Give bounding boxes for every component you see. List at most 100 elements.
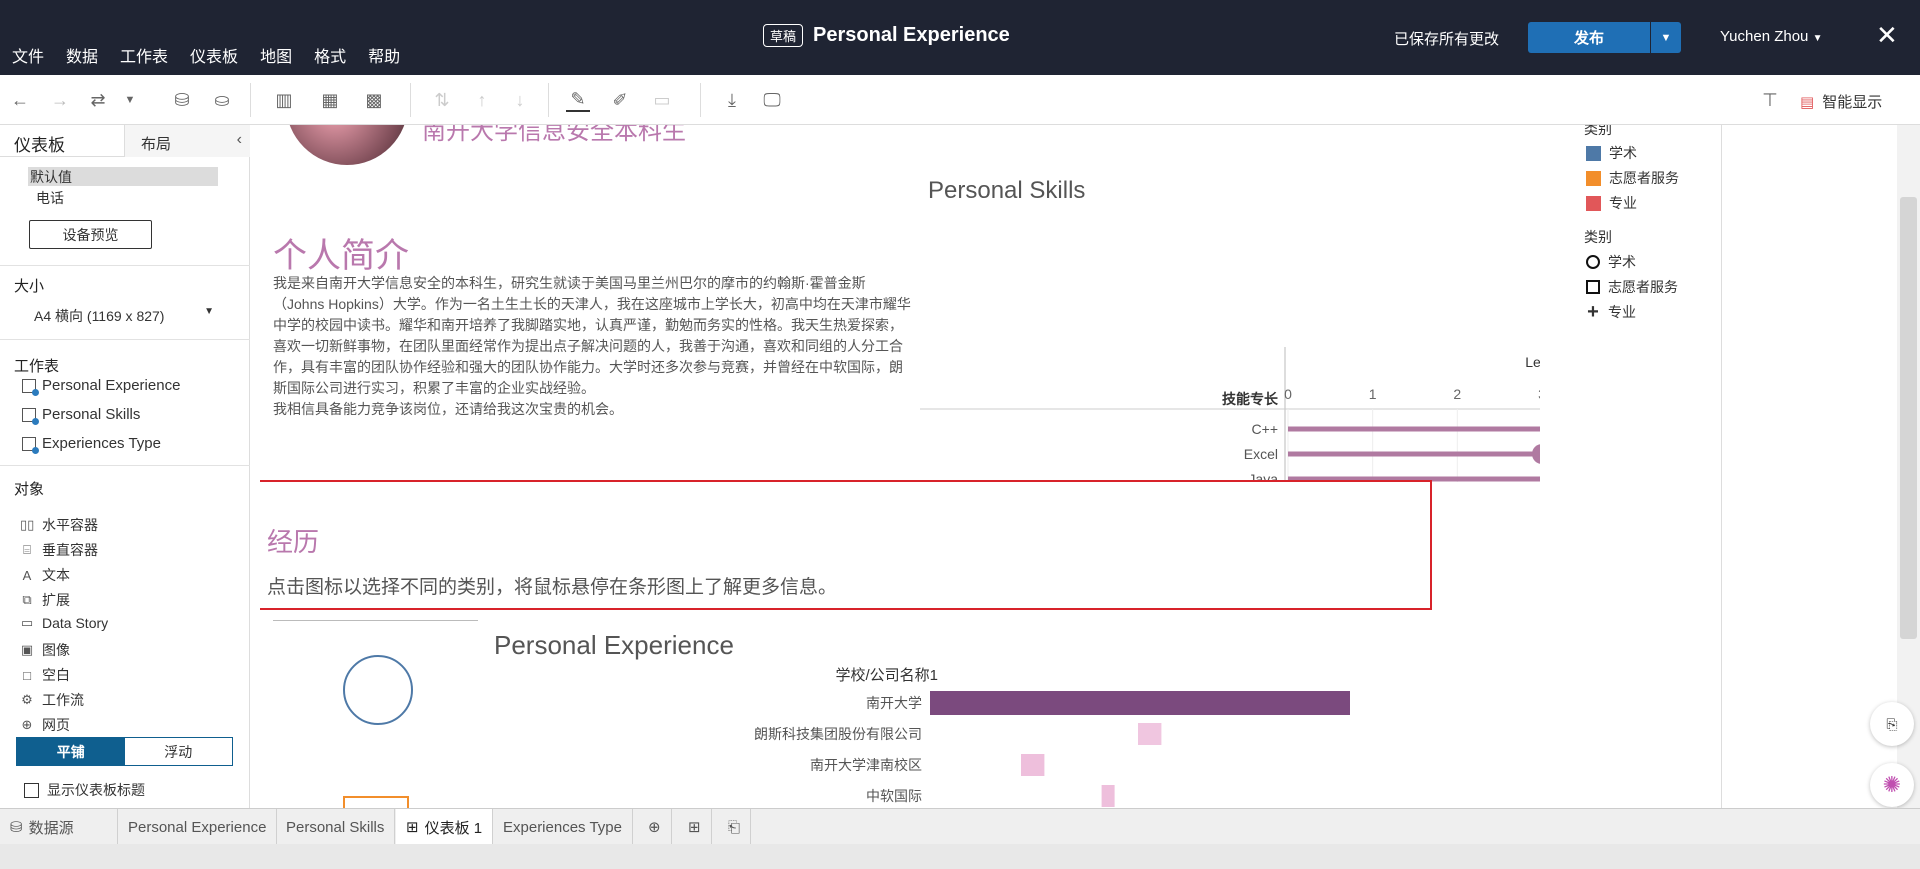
- sheet-label[interactable]: Personal Skills: [42, 406, 140, 423]
- show-title-checkbox[interactable]: [24, 782, 39, 798]
- menu-help[interactable]: 帮助: [368, 43, 400, 67]
- legend-item[interactable]: 专业: [1586, 193, 1637, 213]
- object-item[interactable]: A 文本: [20, 565, 70, 585]
- menu-map[interactable]: 地图: [260, 43, 292, 67]
- datasource-icon[interactable]: ⛀: [210, 88, 234, 112]
- tab-dashboard[interactable]: 仪表板: [14, 131, 65, 156]
- legend-item[interactable]: 学术: [1586, 143, 1637, 163]
- legend-item[interactable]: 学术: [1586, 252, 1636, 272]
- category-label: Excel: [1244, 446, 1278, 462]
- workflow-icon: ⚙: [21, 692, 33, 707]
- floating-button[interactable]: 浮动: [125, 738, 233, 765]
- experience-section[interactable]: 经历 点击图标以选择不同的类别，将鼠标悬停在条形图上了解更多信息。: [260, 480, 1432, 610]
- pin-icon[interactable]: ⊤: [1758, 88, 1782, 112]
- tab-sheet[interactable]: Personal Experience: [118, 809, 278, 845]
- legend-item[interactable]: 志愿者服务: [1586, 277, 1678, 297]
- plus-icon: +: [1587, 301, 1599, 323]
- swap-icon[interactable]: ⇅: [430, 88, 454, 112]
- highlight-icon[interactable]: ✎: [566, 88, 590, 112]
- fit-icon[interactable]: ▭: [650, 88, 674, 112]
- new-datasource-icon[interactable]: ⛁: [170, 88, 194, 112]
- sheet-label[interactable]: Experiences Type: [42, 435, 161, 452]
- sheet-item[interactable]: Personal Experience: [22, 377, 180, 396]
- dashboard: 南开大学信息安全本科生 个人简介 我是来自南开大学信息安全的本科生，研究生就读于…: [260, 125, 1722, 808]
- tiled-button[interactable]: 平铺: [17, 738, 125, 765]
- device-default[interactable]: 默认值: [28, 167, 218, 186]
- object-item[interactable]: ⧉ 扩展: [20, 590, 70, 610]
- volunteer-filter-square-icon[interactable]: [343, 796, 409, 808]
- assistant-icon[interactable]: ✺: [1870, 763, 1914, 807]
- menu-file[interactable]: 文件: [12, 43, 44, 67]
- close-icon[interactable]: ✕: [1876, 20, 1898, 51]
- category-label: 朗斯科技集团股份有限公司: [754, 726, 922, 742]
- sheet-item[interactable]: Personal Skills: [22, 406, 140, 425]
- sheet-label[interactable]: Personal Experience: [42, 377, 180, 394]
- device-preview-button[interactable]: 设备预览: [29, 220, 152, 249]
- clear-sheet-icon[interactable]: ▩: [362, 88, 386, 112]
- object-item[interactable]: ⌸ 垂直容器: [20, 540, 98, 560]
- duplicate-sheet-icon[interactable]: ▦: [318, 88, 342, 112]
- device-phone[interactable]: 电话: [36, 188, 64, 208]
- download-icon[interactable]: ⤓: [720, 88, 744, 112]
- experience-chart-title: Personal Experience: [494, 630, 734, 660]
- sort-asc-icon[interactable]: ↑: [470, 88, 494, 112]
- annotate-icon[interactable]: ✐: [608, 88, 632, 112]
- publish-button[interactable]: 发布 ▼: [1528, 22, 1681, 53]
- new-story-icon[interactable]: ⎗: [718, 809, 752, 845]
- object-item[interactable]: ▯▯ 水平容器: [20, 515, 98, 535]
- document-name[interactable]: Personal Experience: [813, 24, 1010, 47]
- undo-icon[interactable]: ←: [8, 88, 32, 112]
- tab-layout[interactable]: 布局 ‹: [124, 125, 250, 157]
- publish-dropdown-icon[interactable]: ▼: [1651, 22, 1681, 53]
- tab-label[interactable]: 数据源: [29, 817, 74, 838]
- experience-bar[interactable]: [1138, 723, 1162, 745]
- top-bar: 文件 数据 工作表 仪表板 地图 格式 帮助 草稿 Personal Exper…: [0, 0, 1920, 75]
- legend-item[interactable]: + 专业: [1586, 302, 1636, 322]
- sort-desc-icon[interactable]: ↓: [508, 88, 532, 112]
- lollipop-point[interactable]: [1532, 444, 1540, 464]
- replay-dropdown-icon[interactable]: ▼: [118, 88, 142, 112]
- object-item[interactable]: ⊕ 网页: [20, 715, 70, 735]
- menu-format[interactable]: 格式: [314, 43, 346, 67]
- experience-bar[interactable]: [1101, 785, 1115, 807]
- tab-layout-label[interactable]: 布局: [141, 133, 171, 154]
- tab-dashboard-active[interactable]: ⊞ 仪表板 1: [396, 809, 494, 845]
- collapse-icon[interactable]: ‹: [237, 131, 242, 149]
- smart-show-button[interactable]: ▤ 智能显示: [1800, 91, 1882, 112]
- menu-dashboard[interactable]: 仪表板: [190, 43, 238, 67]
- show-title-option[interactable]: 显示仪表板标题: [24, 780, 145, 800]
- new-worksheet-icon[interactable]: ⊕: [638, 809, 672, 845]
- sheet-item[interactable]: Experiences Type: [22, 435, 161, 454]
- size-value[interactable]: A4 横向 (1169 x 827): [34, 308, 164, 324]
- academic-filter-circle-icon[interactable]: [343, 655, 413, 725]
- object-item[interactable]: ⚙ 工作流: [20, 690, 84, 710]
- chevron-down-icon[interactable]: ▼: [204, 306, 214, 317]
- tab-sheet[interactable]: Experiences Type: [493, 809, 633, 845]
- new-worksheet-icon[interactable]: ▥: [272, 88, 296, 112]
- panel-tabs: 仪表板 布局 ‹: [0, 125, 250, 157]
- object-item[interactable]: ▣ 图像: [20, 640, 70, 660]
- replay-icon[interactable]: ⇄: [86, 88, 110, 112]
- legend-item[interactable]: 志愿者服务: [1586, 168, 1679, 188]
- experience-bar[interactable]: [1021, 754, 1045, 776]
- intro-paragraph: 我是来自南开大学信息安全的本科生，研究生就读于美国马里兰州巴尔的摩市的约翰斯·霍…: [273, 275, 911, 396]
- tab-sheet[interactable]: Personal Skills: [276, 809, 396, 845]
- tab-datasource[interactable]: ⛁ 数据源: [0, 809, 118, 845]
- presentation-icon[interactable]: 🖵: [760, 88, 784, 112]
- publish-label[interactable]: 发布: [1528, 22, 1651, 53]
- color-swatch: [1586, 170, 1601, 186]
- object-item[interactable]: □ 空白: [20, 665, 70, 685]
- scrollbar-thumb[interactable]: [1900, 197, 1917, 639]
- user-menu[interactable]: Yuchen Zhou ▼: [1720, 28, 1822, 45]
- chevron-down-icon[interactable]: ▼: [1813, 33, 1823, 44]
- object-item[interactable]: ▭ Data Story: [20, 615, 108, 631]
- menu-data[interactable]: 数据: [66, 43, 98, 67]
- menu-worksheet[interactable]: 工作表: [120, 43, 168, 67]
- user-name[interactable]: Yuchen Zhou: [1720, 28, 1808, 45]
- new-dashboard-icon[interactable]: ⊞: [678, 809, 712, 845]
- tab-label[interactable]: 仪表板 1: [425, 817, 483, 838]
- redo-icon[interactable]: →: [48, 88, 72, 112]
- size-select[interactable]: A4 横向 (1169 x 827) ▼: [34, 306, 214, 326]
- experience-bar[interactable]: [930, 691, 1350, 715]
- translate-icon[interactable]: ⎘: [1870, 702, 1914, 746]
